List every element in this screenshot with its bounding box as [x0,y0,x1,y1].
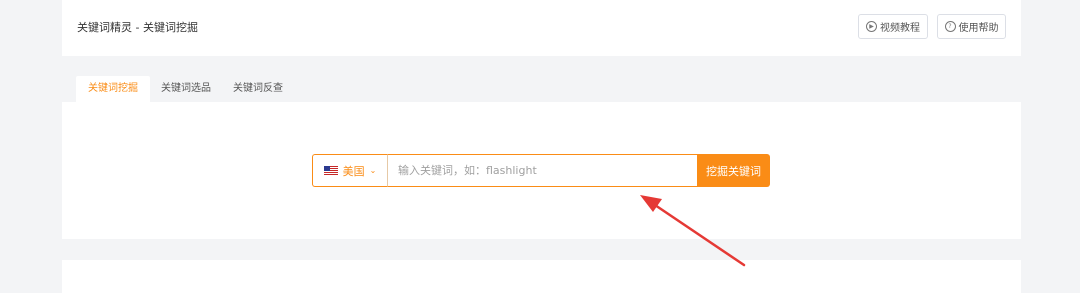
play-icon: ▶ [866,21,877,32]
help-label: 使用帮助 [958,23,999,34]
video-tutorial-button[interactable]: ▶ 视频教程 [858,14,928,39]
tab-keyword-mining[interactable]: 关键词挖掘 [76,76,150,102]
country-select[interactable]: 美国 ⌄ [312,154,387,187]
search-box: 美国 ⌄ 挖掘关键词 [312,154,770,187]
keyword-input[interactable] [387,154,697,187]
question-icon: ? [944,21,956,32]
country-label: 美国 [342,164,365,178]
search-panel: 美国 ⌄ 挖掘关键词 [62,102,1021,239]
mine-keywords-button[interactable]: 挖掘关键词 [697,154,770,187]
video-tutorial-label: 视频教程 [880,23,920,34]
chevron-down-icon: ⌄ [369,166,377,175]
header-panel: 关键词精灵 - 关键词挖掘 ▶ 视频教程 ? 使用帮助 [62,0,1021,56]
us-flag-icon [323,166,338,175]
help-button[interactable]: ? 使用帮助 [937,14,1006,39]
results-panel [62,260,1021,293]
tab-keyword-product-selection[interactable]: 关键词选品 [149,76,223,102]
breadcrumb: 关键词精灵 - 关键词挖掘 [77,21,198,34]
tab-keyword-reverse-lookup[interactable]: 关键词反查 [221,76,295,102]
